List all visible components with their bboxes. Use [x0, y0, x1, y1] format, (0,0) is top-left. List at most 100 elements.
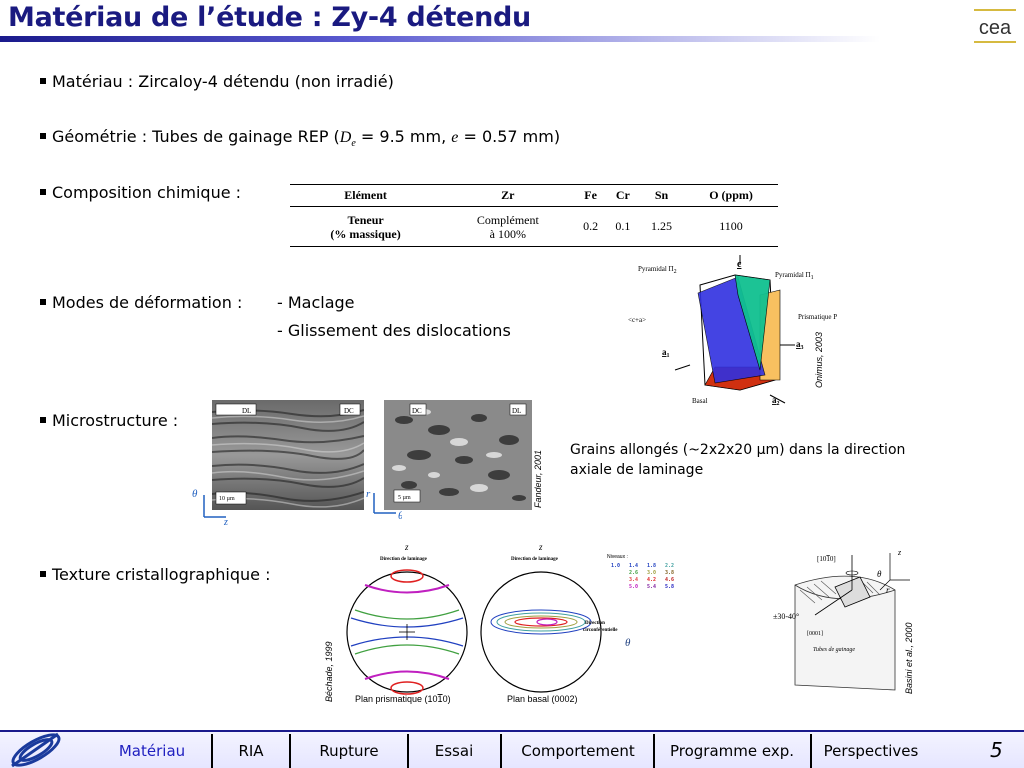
- pole-figure-prismatic: z Direction de laminage: [346, 542, 468, 695]
- nav-tab-ria[interactable]: RIA: [214, 740, 288, 764]
- table-cell-sn: 1.25: [638, 206, 685, 247]
- pyramidal2-label: Pyramidal Π2: [638, 265, 677, 275]
- pf2-dir-circ-2: circonférentielle: [583, 628, 618, 633]
- table-header: Sn: [638, 184, 685, 207]
- a1-sub: 1: [667, 353, 670, 359]
- pole-figure-basal: z Direction de laminage Direction circon…: [480, 542, 631, 693]
- tube-z: z: [897, 548, 902, 557]
- caption-prismatic-text: Plan prismatique (10: [355, 694, 438, 704]
- pf2-z: z: [538, 542, 543, 552]
- geometrie-de: D: [339, 129, 352, 146]
- level-value: 2.6: [629, 570, 638, 576]
- level-value: 3.8: [665, 570, 674, 576]
- micro-right-r: r: [366, 488, 371, 500]
- bullet-icon: [40, 298, 46, 305]
- caption-prismatic-end: 0): [443, 694, 451, 704]
- pyramidal2-text: Pyramidal Π: [638, 265, 674, 273]
- table-cell-fe: 0.2: [574, 206, 607, 247]
- nav-tab-programme[interactable]: Programme exp.: [656, 740, 808, 764]
- a2-sub: 2: [777, 401, 780, 407]
- bullet-icon: [40, 416, 46, 423]
- nav-separator: [500, 734, 502, 768]
- micro-caption: Grains allongés (~2x2x20 µm) dans la dir…: [570, 440, 905, 480]
- geometrie-mid: = 9.5 mm,: [355, 127, 452, 146]
- table-header: O (ppm): [684, 184, 778, 207]
- micrograph-left: DL DC 10 µm: [212, 400, 364, 510]
- nav-separator: [810, 734, 812, 768]
- table-row: Teneur (% massique) Complément à 100% 0.2 …: [290, 206, 778, 247]
- composition-text: Composition chimique :: [52, 183, 242, 202]
- micro-left-theta: θ: [192, 488, 198, 500]
- level-value: 5.0: [629, 584, 638, 590]
- logo-text: cea: [979, 17, 1012, 39]
- table-cell-o: 1100: [684, 206, 778, 247]
- bullet-microstructure: Microstructure :: [40, 411, 178, 430]
- table-header: Fe: [574, 184, 607, 207]
- tube-0001-label: [0001]: [807, 631, 823, 637]
- bullet-geometrie: Géométrie : Tubes de gainage REP (De = 9…: [40, 127, 560, 149]
- a1-label: a1: [662, 347, 670, 359]
- geometrie-text: Géométrie : Tubes de gainage REP (: [52, 127, 340, 146]
- a3-sub: 3: [801, 345, 804, 351]
- table-header-row: Elément Zr Fe Cr Sn O (ppm): [290, 184, 778, 207]
- credit-fandeur: Fandeur, 2001: [533, 449, 543, 508]
- nav-tab-perspectives[interactable]: Perspectives: [813, 740, 929, 764]
- micro-right-axes: r θ: [366, 488, 402, 522]
- pyramidal1-sub: 1: [811, 275, 814, 281]
- tube-label: Tubes de gainage: [813, 647, 855, 653]
- caption-basal: Plan basal (0002): [507, 694, 578, 704]
- zr-line: Complément: [476, 212, 539, 227]
- nav-separator: [407, 734, 409, 768]
- micro-left-dc: DC: [344, 407, 354, 415]
- micro-caption-line: axiale de laminage: [570, 462, 704, 478]
- nav-separator: [289, 734, 291, 768]
- title-bar: Matériau de l’étude : Zy-4 détendu: [0, 0, 1024, 44]
- zr-line: à 100%: [489, 226, 526, 241]
- micro-caption-line: Grains allongés (~2x2x20 µm) dans la dir…: [570, 442, 906, 458]
- nav-tab-essai[interactable]: Essai: [410, 740, 498, 764]
- tube-1010-end: 0]: [830, 555, 836, 563]
- tube-angle-label: ±30-40°: [773, 612, 799, 621]
- level-value: 5.4: [647, 584, 656, 590]
- row-label-line: (% massique): [330, 226, 401, 241]
- micro-left-dl: DL: [242, 407, 251, 415]
- table-header: Cr: [606, 184, 639, 207]
- bullet-materiau-text: Matériau : Zircaloy-4 détendu (non irrad…: [52, 72, 394, 91]
- bullet-icon: [40, 570, 46, 577]
- bullet-texture: Texture cristallographique :: [40, 565, 270, 584]
- level-value: 4.6: [665, 577, 674, 583]
- hcp-crystal-diagram: c Pyramidal Π2 Pyramidal Π1 Prismatique …: [628, 255, 837, 407]
- level-value: 4.2: [647, 577, 656, 583]
- micro-right-dc: DC: [412, 407, 422, 415]
- nav-tab-materiau[interactable]: Matériau: [112, 740, 192, 764]
- nav-separator: [211, 734, 213, 768]
- nav-tab-rupture[interactable]: Rupture: [292, 740, 406, 764]
- pf2-dir: Direction de laminage: [511, 557, 559, 562]
- micro-left-axes: θ z: [192, 488, 228, 525]
- geometrie-suffix: = 0.57 mm): [458, 127, 561, 146]
- table-cell-zr: Complément à 100%: [441, 206, 575, 247]
- table-cell-cr: 0.1: [606, 206, 639, 247]
- level-value: 2.2: [665, 563, 674, 569]
- pyramidal1-label: Pyramidal Π1: [775, 271, 814, 281]
- level-value: 1.4: [629, 563, 638, 569]
- level-value: 1.8: [647, 563, 656, 569]
- nav-logo-icon: [11, 732, 61, 768]
- nav-tab-comportement[interactable]: Comportement: [503, 740, 653, 764]
- caption-prismatic: Plan prismatique (1010): [355, 694, 451, 704]
- pyramidal1-text: Pyramidal Π: [775, 271, 811, 279]
- table-header: Zr: [441, 184, 575, 207]
- a3-label: a3: [796, 339, 804, 351]
- modes-text: Modes de déformation :: [52, 293, 243, 312]
- a2-label: a2: [772, 395, 780, 407]
- micro-left-z: z: [223, 517, 228, 525]
- composition-table: Elément Zr Fe Cr Sn O (ppm) Teneur (% mas…: [290, 184, 778, 247]
- level-value: 3.4: [629, 577, 638, 583]
- cea-logo: cea: [972, 6, 1018, 48]
- slide-title: Matériau de l’étude : Zy-4 détendu: [8, 2, 531, 33]
- modes-maclage: - Maclage: [277, 293, 355, 312]
- pf1-dir: Direction de laminage: [380, 557, 428, 562]
- bullet-modes: Modes de déformation :: [40, 293, 242, 312]
- basal-label: Basal: [692, 397, 708, 405]
- bullet-icon: [40, 132, 46, 139]
